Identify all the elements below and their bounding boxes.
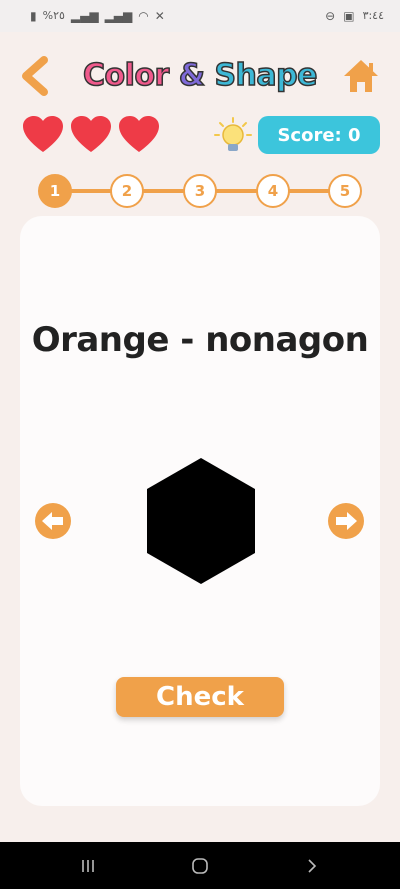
arrow-right-icon[interactable] xyxy=(327,502,365,540)
step-1[interactable]: 1 xyxy=(38,174,72,208)
gallery-icon: ▣ xyxy=(343,8,355,23)
status-bar: ▮ %٢٥ ▂▄▆ ▂▄▆ ◠ ✕ ⊖ ▣ ٣:٤٤ xyxy=(0,0,400,32)
signal-icon-2: ▂▄▆ xyxy=(104,8,133,23)
recent-apps-icon[interactable] xyxy=(68,852,108,880)
status-right: ⊖ ▣ ٣:٤٤ xyxy=(325,9,384,22)
title-word-shape: Shape xyxy=(214,57,319,94)
back-chevron-icon[interactable] xyxy=(18,56,54,96)
question-card: Orange - nonagon Check xyxy=(20,216,380,806)
heart-icon xyxy=(71,116,111,152)
score-badge: Score: 0 xyxy=(258,116,380,154)
home-nav-icon[interactable] xyxy=(180,852,220,880)
step-3[interactable]: 3 xyxy=(183,174,217,208)
signal-icon: ▂▄▆ xyxy=(70,8,99,23)
back-nav-icon[interactable] xyxy=(292,852,332,880)
app-title: Color & Shape xyxy=(70,57,330,94)
battery-icon: ▮ xyxy=(30,8,37,23)
lives xyxy=(22,116,160,154)
arrow-left-icon[interactable] xyxy=(34,502,72,540)
battery-level: %٢٥ xyxy=(42,9,65,22)
heart-icon xyxy=(23,116,63,152)
heart-icon xyxy=(119,116,159,152)
step-5[interactable]: 5 xyxy=(328,174,362,208)
status-time: ٣:٤٤ xyxy=(362,9,384,22)
lightbulb-icon[interactable] xyxy=(214,117,252,155)
title-ampersand: & xyxy=(178,57,206,94)
status-left: ▮ %٢٥ ▂▄▆ ▂▄▆ ◠ ✕ xyxy=(30,9,165,22)
question-prompt: Orange - nonagon xyxy=(31,320,369,360)
step-4[interactable]: 4 xyxy=(256,174,290,208)
mute-icon: ✕ xyxy=(154,8,165,23)
check-button[interactable]: Check xyxy=(116,677,284,717)
hexagon-shape[interactable] xyxy=(145,456,257,586)
title-word-color: Color xyxy=(82,57,170,94)
progress-steps: 1 2 3 4 5 xyxy=(38,174,362,208)
step-2[interactable]: 2 xyxy=(110,174,144,208)
home-icon[interactable] xyxy=(342,58,380,94)
dnd-icon: ⊖ xyxy=(325,8,336,23)
system-nav-bar xyxy=(0,842,400,889)
wifi-icon: ◠ xyxy=(138,8,149,23)
